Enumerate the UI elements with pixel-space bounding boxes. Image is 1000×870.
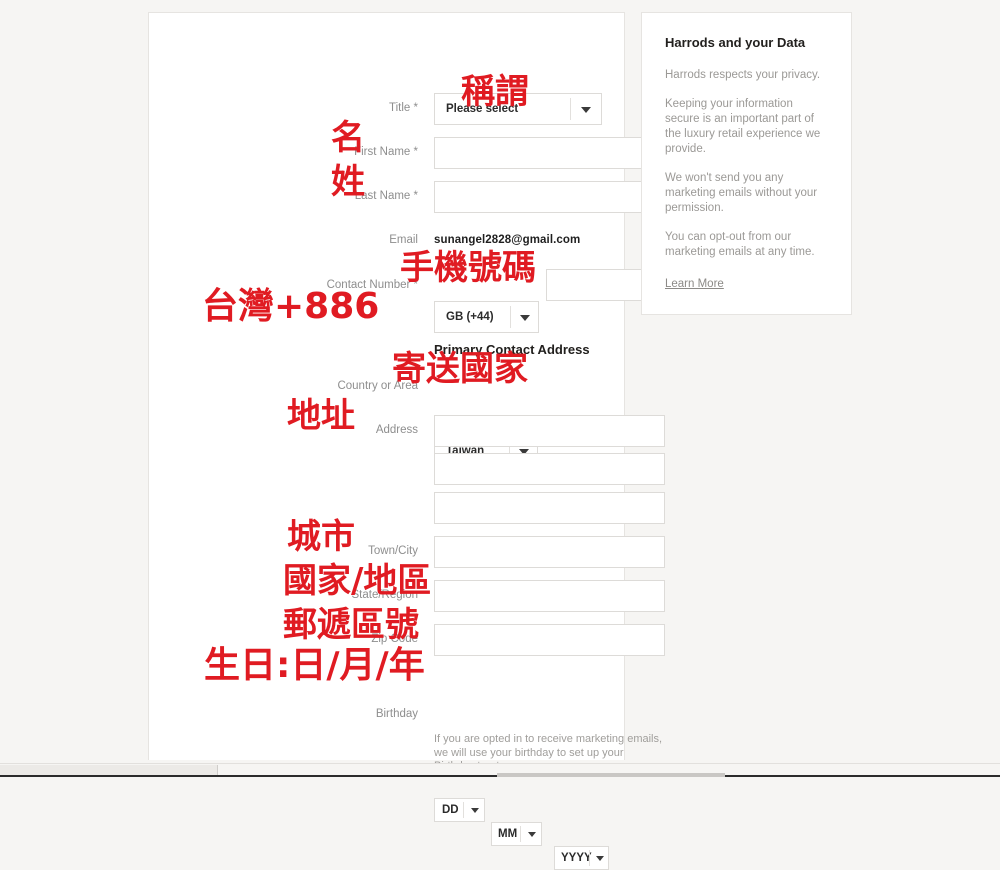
birthday-day-select[interactable]: DD (434, 798, 485, 822)
chevron-down-icon (520, 315, 530, 321)
annotation-country-or-area: 寄送國家 (392, 349, 528, 389)
label-town-city: Town/City (368, 545, 418, 557)
horizontal-scrollbar-thumb[interactable] (0, 765, 218, 775)
learn-more-link[interactable]: Learn More (665, 278, 724, 290)
label-title: Title * (389, 102, 418, 114)
birthday-month-select[interactable]: MM (491, 822, 542, 846)
horizontal-scrollbar-thumb-secondary[interactable] (497, 773, 725, 777)
field-row-title: Title * (163, 102, 418, 115)
annotation-title: 稱謂 (461, 72, 529, 112)
birthday-day-divider (463, 802, 464, 818)
panel-paragraph: We won't send you any marketing emails w… (665, 172, 818, 214)
title-select-divider (570, 98, 571, 120)
last-name-input[interactable] (434, 181, 665, 213)
birthday-year-divider (589, 850, 590, 866)
horizontal-scrollbar-track[interactable] (0, 763, 1000, 777)
annotation-last-name: 姓 (331, 162, 365, 202)
chevron-down-icon (596, 856, 604, 861)
address-line-3-input[interactable] (434, 492, 665, 524)
annotation-state-region: 國家/地區 (283, 561, 432, 601)
panel-paragraph: You can opt-out from our marketing email… (665, 231, 815, 258)
annotation-zip-code: 郵遞區號 (283, 605, 419, 645)
chevron-down-icon (471, 808, 479, 813)
address-line-2-input[interactable] (434, 453, 665, 485)
town-city-input[interactable] (434, 536, 665, 568)
chevron-down-icon (528, 832, 536, 837)
annotation-contact-number: 手機號碼 (400, 248, 536, 288)
harrods-data-panel: Harrods and your Data Harrods respects y… (641, 12, 852, 315)
label-address: Address (375, 424, 418, 436)
state-region-input[interactable] (434, 580, 665, 612)
birthday-year-value: YYYY (561, 852, 592, 864)
label-email: Email (389, 234, 418, 246)
first-name-input[interactable] (434, 137, 665, 169)
email-value: sunangel2828@gmail.com (434, 234, 581, 246)
address-line-1-input[interactable] (434, 415, 665, 447)
birthday-day-value: DD (442, 804, 459, 816)
field-row-last-name: Last Name * (163, 190, 418, 203)
panel-paragraph: Keeping your information secure is an im… (665, 98, 821, 155)
field-row-country-or-area: Country or Area (163, 380, 418, 393)
field-row-first-name: First Name * (163, 146, 418, 159)
annotation-country-code: 台灣+886 (202, 286, 380, 327)
field-row-email: Email (163, 234, 418, 247)
birthday-year-select[interactable]: YYYY (554, 846, 609, 870)
panel-title: Harrods and your Data (665, 35, 806, 50)
chevron-down-icon (581, 107, 591, 113)
bottom-scrollbar-strip (0, 763, 1000, 777)
field-row-birthday: Birthday (163, 708, 418, 721)
birthday-month-value: MM (498, 828, 518, 840)
annotation-birthday: 生日:日/月/年 (204, 645, 425, 686)
annotation-town-city: 城市 (287, 517, 355, 557)
label-birthday: Birthday (375, 708, 418, 720)
country-code-value: GB (+44) (446, 311, 494, 323)
zip-code-input[interactable] (434, 624, 665, 656)
country-code-select[interactable]: GB (+44) (434, 301, 539, 333)
annotation-address: 地址 (287, 396, 355, 436)
birthday-month-divider (520, 826, 521, 842)
annotation-first-name: 名 (331, 118, 365, 158)
panel-paragraph: Harrods respects your privacy. (665, 69, 821, 81)
country-code-divider (510, 306, 511, 328)
page-canvas: Title * Please select First Name * Last … (0, 0, 1000, 870)
